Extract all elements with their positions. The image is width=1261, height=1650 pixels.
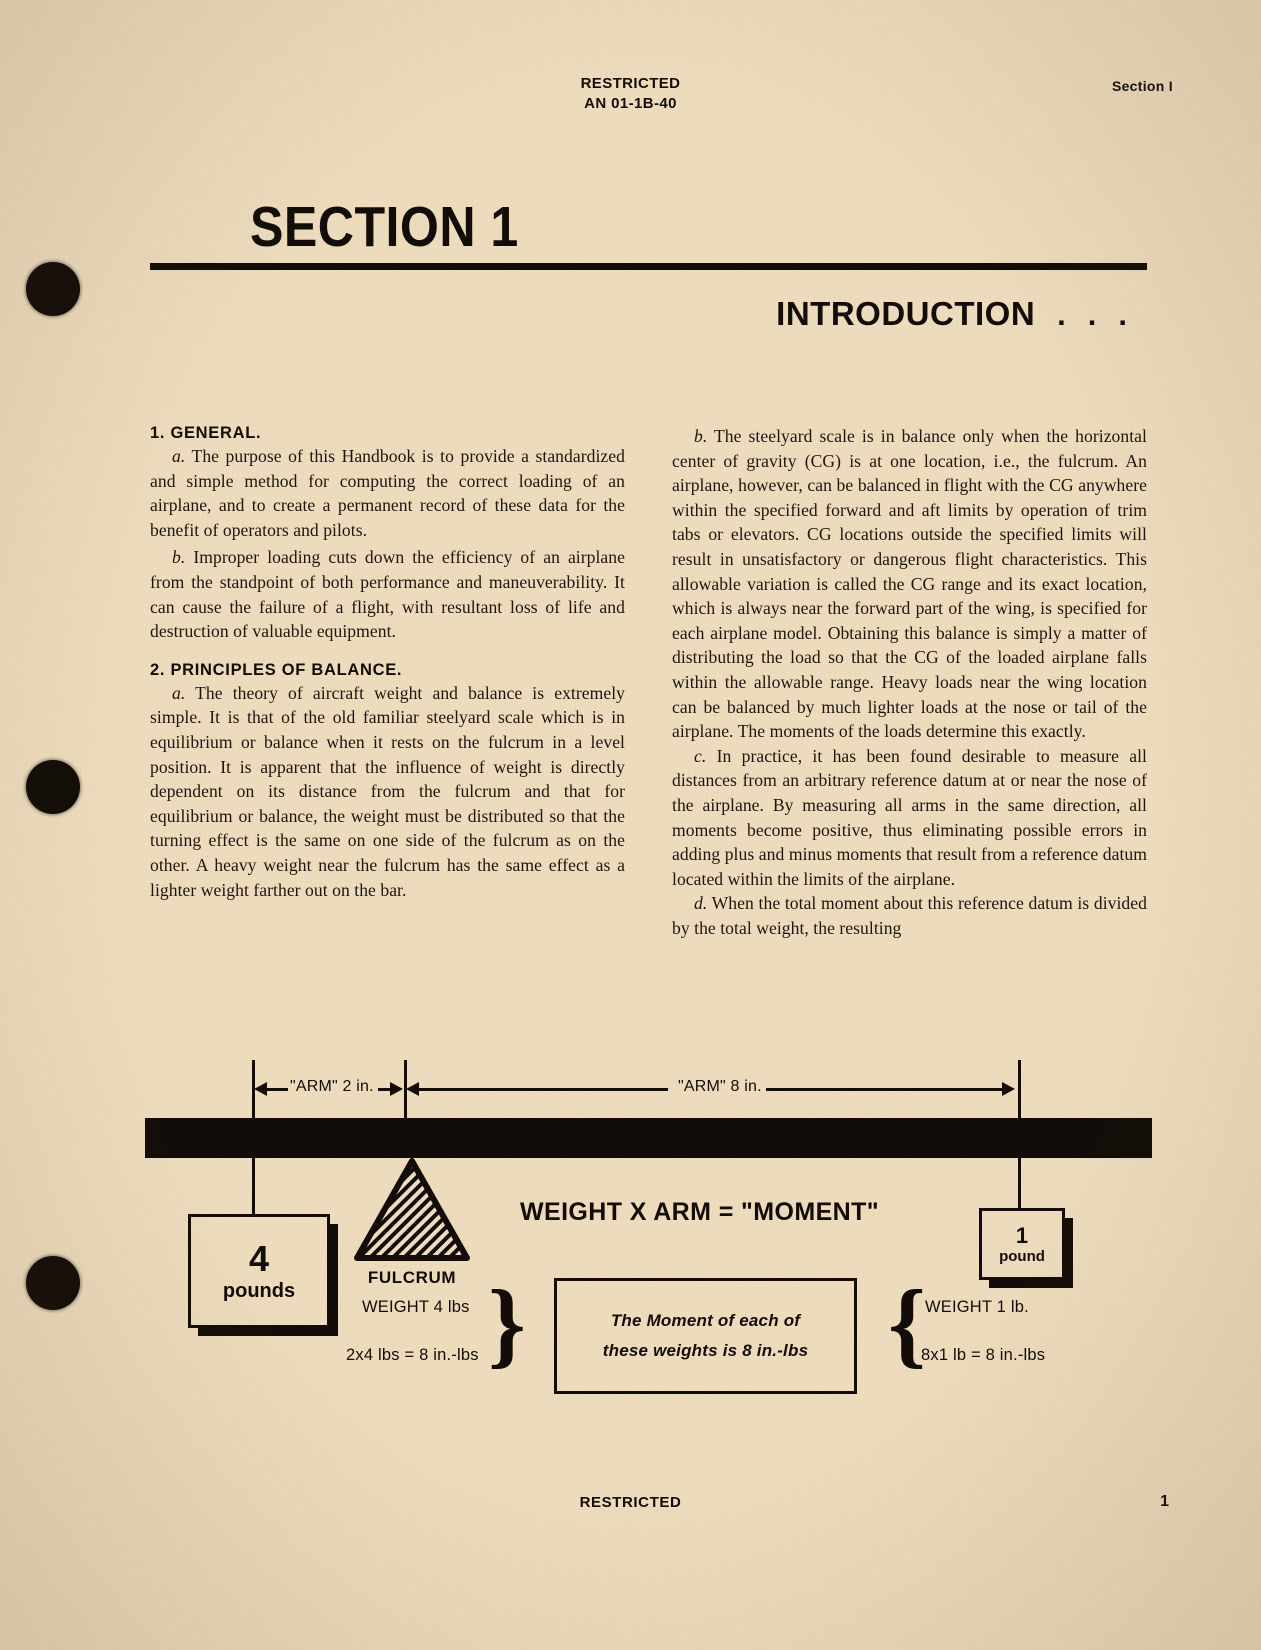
paragraph-1a-label: a. [172, 446, 186, 466]
left-moment-equation: 2x4 lbs = 8 in.-lbs [346, 1346, 479, 1364]
dimension-line-left-a [266, 1088, 288, 1091]
paragraph-2c-label: c. [694, 745, 707, 766]
weight-box-left-unit: pounds [222, 1280, 296, 1302]
paragraph-2a-label: a. [172, 682, 186, 703]
weight-box-right: 1 pound [979, 1208, 1065, 1280]
introduction-heading-text: INTRODUCTION [776, 295, 1036, 332]
paragraph-1b: b. Improper loading cuts down the effici… [150, 545, 625, 643]
paragraph-2a: a. The theory of aircraft weight and bal… [150, 681, 625, 902]
footer-classification: RESTRICTED [579, 1494, 682, 1511]
heading-principles-of-balance: 2. PRINCIPLES OF BALANCE. [150, 660, 403, 679]
paragraph-1b-text: Improper loading cuts down the efficienc… [150, 547, 625, 642]
binder-punch-hole-middle [26, 760, 80, 814]
title-rule-divider [150, 263, 1147, 270]
right-column: b. The steelyard scale is in balance onl… [672, 424, 1147, 940]
page-header: RESTRICTED AN 01-1B-40 [0, 74, 1261, 115]
paragraph-2a-text: The theory of aircraft weight and balanc… [150, 682, 626, 900]
footer-page-number: 1 [1160, 1493, 1169, 1510]
hanger-line-left [252, 1158, 255, 1216]
paragraph-2d-text: When the total moment about this referen… [672, 893, 1147, 938]
paragraph-2c: c. In practice, it has been found desira… [672, 744, 1147, 892]
brace-left-icon: } [488, 1270, 526, 1377]
header-classification: RESTRICTED [580, 75, 681, 92]
heading-general: 1. GENERAL. [150, 424, 262, 442]
page-title: SECTION 1 [250, 195, 519, 259]
dimension-label-right: "ARM" 8 in. [678, 1078, 762, 1095]
paragraph-2d: d. When the total moment about this refe… [672, 891, 1147, 940]
fulcrum-triangle-icon [354, 1158, 470, 1261]
header-document-number: AN 01-1B-40 [584, 95, 677, 113]
paragraph-1b-label: b. [172, 547, 186, 568]
arrowhead-right-outer [1002, 1082, 1015, 1096]
moment-summary-line-2: these weights is 8 in.-lbs [602, 1341, 809, 1360]
left-column: 1. GENERAL. a. The purpose of this Handb… [150, 424, 625, 940]
paragraph-1a-text: The purpose of this Handbook is to provi… [150, 446, 625, 540]
dimension-line-right-a [418, 1088, 668, 1091]
hanger-line-right [1018, 1158, 1021, 1210]
moment-summary-box: The Moment of each of these weights is 8… [554, 1278, 857, 1394]
paragraph-2b: b. The steelyard scale is in balance onl… [672, 424, 1147, 744]
paragraph-2b-text: The steelyard scale is in balance only w… [672, 426, 1147, 742]
paragraph-1a: a. The purpose of this Handbook is to pr… [150, 444, 625, 542]
arrowhead-left-outer [390, 1082, 403, 1096]
weight-box-right-value: 1 [1015, 1222, 1029, 1248]
right-moment-equation: 8x1 lb = 8 in.-lbs [921, 1346, 1046, 1364]
header-section-label: Section I [1111, 78, 1173, 94]
weight-box-left: 4 pounds [188, 1214, 330, 1328]
introduction-heading-dots: ... [1057, 297, 1149, 332]
binder-punch-hole-top [26, 262, 80, 316]
moment-summary-line-1: The Moment of each of [610, 1311, 801, 1330]
paragraph-2c-text: In practice, it has been found desirable… [672, 745, 1147, 889]
page-sheet: RESTRICTED AN 01-1B-40 Section I SECTION… [0, 0, 1261, 1650]
brace-right-icon: } [888, 1270, 926, 1377]
steelyard-balance-diagram: "ARM" 2 in. "ARM" 8 in. 4 pounds 1 pound [0, 1040, 1261, 1470]
dimension-label-left: "ARM" 2 in. [290, 1078, 374, 1095]
body-columns: 1. GENERAL. a. The purpose of this Handb… [150, 424, 1147, 940]
moment-formula-headline: WEIGHT X ARM = "MOMENT" [520, 1198, 880, 1226]
weight-box-right-unit: pound [999, 1247, 1045, 1265]
paragraph-2d-label: d. [694, 893, 708, 914]
left-weight-annotation: WEIGHT 4 lbs [362, 1298, 470, 1316]
dimension-line-left-b [378, 1088, 390, 1091]
fulcrum-label: FULCRUM [367, 1268, 457, 1287]
introduction-heading: INTRODUCTION... [776, 295, 1149, 333]
right-weight-annotation: WEIGHT 1 lb. [925, 1298, 1029, 1316]
dimension-line-right-b [766, 1088, 1002, 1091]
paragraph-2b-label: b. [694, 426, 708, 446]
balance-beam [145, 1118, 1152, 1158]
weight-box-left-value: 4 [248, 1238, 270, 1279]
dimension-line-row: "ARM" 2 in. "ARM" 8 in. [0, 1078, 1261, 1100]
